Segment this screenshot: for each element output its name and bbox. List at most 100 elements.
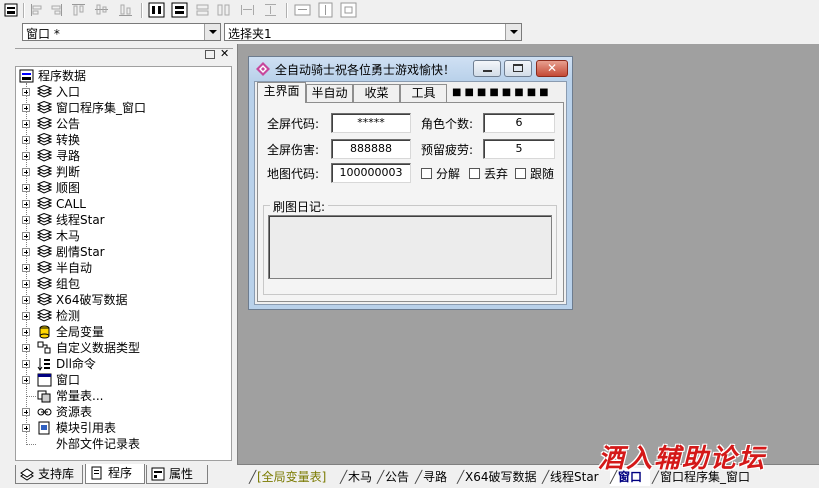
document-tab[interactable]: ╱X64破写数据 [457, 468, 540, 486]
document-tab[interactable]: ╱公告 [377, 468, 413, 486]
chevron-down-icon[interactable] [204, 24, 220, 40]
tab-properties[interactable]: 属性 [146, 465, 208, 484]
close-button[interactable]: ✕ [536, 60, 568, 77]
equal-horizontal-icon[interactable] [294, 2, 311, 18]
tree-item[interactable]: 窗口程序集_窗口 [16, 100, 231, 116]
expand-icon[interactable] [22, 344, 30, 352]
tree-item[interactable]: 自定义数据类型 [16, 340, 231, 356]
expand-icon[interactable] [22, 184, 30, 192]
tree-item[interactable]: 公告 [16, 116, 231, 132]
tree-item[interactable]: CALL [16, 196, 231, 212]
expand-icon[interactable] [22, 248, 30, 256]
tree-item[interactable]: 判断 [16, 164, 231, 180]
expand-icon[interactable] [22, 216, 30, 224]
resource-table-icon [37, 405, 52, 419]
form-window[interactable]: 全自动骑士祝各位勇士游戏愉快！ ✕ 主界面 半自动 收菜 工具 ■■■■■■■■… [248, 56, 573, 310]
module-icon [36, 228, 53, 243]
tree-item[interactable]: 资源表 [16, 404, 231, 420]
screen-damage-input[interactable]: 888888 [331, 139, 411, 159]
tree-item-label: 资源表 [56, 405, 93, 419]
map-code-input[interactable]: 100000003 [331, 163, 411, 183]
expand-icon[interactable] [22, 232, 30, 240]
minimize-button[interactable] [473, 60, 501, 77]
expand-icon[interactable] [22, 328, 30, 336]
decompose-checkbox[interactable] [421, 168, 432, 179]
close-icon[interactable]: ✕ [220, 47, 229, 60]
expand-icon[interactable] [22, 88, 30, 96]
tab-program[interactable]: 程序 [85, 464, 145, 484]
object-selector-combo[interactable]: 窗口 * [22, 23, 221, 41]
grid-icon[interactable] [340, 2, 357, 18]
tree-item[interactable]: X64破写数据 [16, 292, 231, 308]
same-width-icon[interactable] [194, 2, 211, 18]
role-count-input[interactable]: 6 [483, 113, 555, 133]
reserve-fatigue-input[interactable]: 5 [483, 139, 555, 159]
expand-icon[interactable] [22, 312, 30, 320]
align-left-icon[interactable] [28, 2, 45, 18]
tree-item[interactable]: 窗口 [16, 372, 231, 388]
expand-icon[interactable] [22, 360, 30, 368]
align-bottom-icon[interactable] [117, 2, 134, 18]
tree-item[interactable]: 半自动 [16, 260, 231, 276]
document-tab[interactable]: ╱[全局变量表] [249, 468, 334, 486]
expand-icon[interactable] [22, 104, 30, 112]
tab-selector-combo[interactable]: 选择夹1 [224, 23, 522, 41]
space-horizontal-icon[interactable] [239, 2, 256, 18]
expand-icon[interactable] [22, 264, 30, 272]
expand-icon[interactable] [22, 296, 30, 304]
document-tab[interactable]: ╱寻路 [415, 468, 455, 486]
expand-icon[interactable] [22, 120, 30, 128]
tree-item[interactable]: 组包 [16, 276, 231, 292]
follow-checkbox[interactable] [515, 168, 526, 179]
discard-checkbox[interactable] [469, 168, 480, 179]
tree-item[interactable]: 全局变量 [16, 324, 231, 340]
tree-item[interactable]: 寻路 [16, 148, 231, 164]
space-vertical-icon[interactable] [262, 2, 279, 18]
align-top-icon[interactable] [70, 2, 87, 18]
tab-label: 半自动 [311, 86, 348, 100]
form-titlebar[interactable]: 全自动骑士祝各位勇士游戏愉快！ ✕ [249, 57, 572, 81]
tree-item[interactable]: 转换 [16, 132, 231, 148]
center-horizontal-icon[interactable] [148, 2, 165, 18]
same-height-icon[interactable] [215, 2, 232, 18]
align-center-vertical-icon[interactable] [93, 2, 110, 18]
restore-icon[interactable] [205, 50, 215, 59]
tree-item-label: 线程Star [56, 213, 105, 227]
document-tab[interactable]: ╱木马 [340, 468, 375, 486]
screen-code-input[interactable]: ***** [331, 113, 411, 133]
expand-icon[interactable] [22, 168, 30, 176]
expand-icon[interactable] [22, 376, 30, 384]
equal-vertical-icon[interactable] [317, 2, 334, 18]
tree-root[interactable]: 程序数据 [16, 68, 231, 84]
expand-icon[interactable] [22, 408, 30, 416]
center-vertical-icon[interactable] [171, 2, 188, 18]
tab-support-library[interactable]: 支持库 [15, 465, 83, 484]
expand-icon[interactable] [22, 280, 30, 288]
tree-item[interactable]: 检测 [16, 308, 231, 324]
maximize-button[interactable] [504, 60, 532, 77]
tab-semi-auto[interactable]: 半自动 [306, 84, 353, 102]
tree-item[interactable]: Dll命令 [16, 356, 231, 372]
tree-item[interactable]: 顺图 [16, 180, 231, 196]
expand-icon[interactable] [22, 200, 30, 208]
tab-main[interactable]: 主界面 [257, 82, 306, 103]
log-textarea[interactable] [268, 215, 552, 279]
chevron-down-icon[interactable] [505, 24, 521, 40]
expand-icon[interactable] [22, 152, 30, 160]
tree-item[interactable]: 常量表... [16, 388, 231, 404]
combo-row: 窗口 * 选择夹1 [0, 21, 819, 44]
project-tree: 程序数据 入口 窗口程序集_窗口 公告 转换 寻路 判断 顺图 CALL 线程Star 木马 剧情S… [15, 66, 232, 461]
tree-item[interactable]: 剧情Star [16, 244, 231, 260]
tab-slant-icon: ╱ [377, 470, 385, 484]
tree-item[interactable]: 木马 [16, 228, 231, 244]
tree-item[interactable]: 入口 [16, 84, 231, 100]
form-view-icon[interactable] [3, 2, 20, 18]
tree-item[interactable]: 外部文件记录表 [16, 436, 231, 452]
tab-harvest[interactable]: 收菜 [353, 84, 400, 102]
expand-icon[interactable] [22, 136, 30, 144]
tree-item[interactable]: 模块引用表 [16, 420, 231, 436]
expand-icon[interactable] [22, 424, 30, 432]
align-right-icon[interactable] [48, 2, 65, 18]
tree-item[interactable]: 线程Star [16, 212, 231, 228]
tab-tools[interactable]: 工具 [400, 84, 447, 102]
